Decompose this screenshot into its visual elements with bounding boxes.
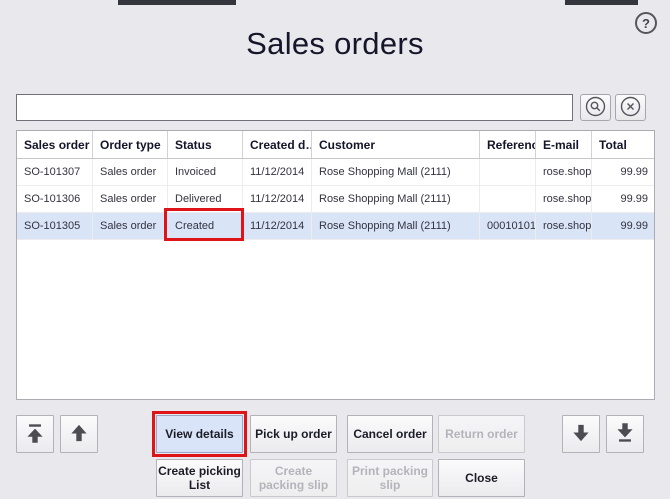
column-header-total[interactable]: Total xyxy=(592,131,654,158)
create-picking-list-button[interactable]: Create picking List xyxy=(156,459,243,497)
cell-created-date: 11/12/2014 xyxy=(243,186,312,212)
cell-order-type: Sales order xyxy=(93,186,168,212)
column-header-reference[interactable]: Reference xyxy=(480,131,536,158)
column-header-sales-order[interactable]: Sales order xyxy=(17,131,93,158)
column-header-status[interactable]: Status xyxy=(168,131,243,158)
print-packing-slip-button[interactable]: Print packing slip xyxy=(347,459,433,497)
cell-status: Invoiced xyxy=(168,159,243,185)
table-row-selected[interactable]: SO-101305 Sales order Created 11/12/2014… xyxy=(17,213,654,240)
cell-customer: Rose Shopping Mall (2111) xyxy=(312,186,480,212)
help-icon: ? xyxy=(642,16,650,31)
column-header-email[interactable]: E-mail xyxy=(536,131,592,158)
arrow-up-to-top-icon xyxy=(22,420,48,449)
cancel-order-button[interactable]: Cancel order xyxy=(347,415,433,453)
cell-order-type: Sales order xyxy=(93,213,168,239)
table-row[interactable]: SO-101306 Sales order Delivered 11/12/20… xyxy=(17,186,654,213)
clear-search-button[interactable] xyxy=(615,94,646,121)
scroll-to-bottom-button[interactable] xyxy=(606,415,644,453)
arrow-down-icon xyxy=(568,420,594,449)
cell-status: Delivered xyxy=(168,186,243,212)
cell-sales-order: SO-101306 xyxy=(17,186,93,212)
close-button[interactable]: Close xyxy=(438,459,525,497)
view-details-button[interactable]: View details xyxy=(156,415,243,453)
x-circle-icon xyxy=(619,95,642,121)
scroll-to-top-button[interactable] xyxy=(16,415,54,453)
column-header-created-date[interactable]: Created d… xyxy=(243,131,312,158)
scroll-up-button[interactable] xyxy=(60,415,98,453)
page-title: Sales orders xyxy=(0,26,670,62)
cell-reference: 0001010130… xyxy=(480,213,536,239)
cell-sales-order: SO-101305 xyxy=(17,213,93,239)
cell-email: rose.shoppi… xyxy=(536,213,592,239)
help-button[interactable]: ? xyxy=(635,12,657,34)
cell-order-type: Sales order xyxy=(93,159,168,185)
cell-customer: Rose Shopping Mall (2111) xyxy=(312,213,480,239)
cell-created-date: 11/12/2014 xyxy=(243,159,312,185)
search-input[interactable] xyxy=(16,94,573,121)
create-packing-slip-button[interactable]: Create packing slip xyxy=(250,459,337,497)
search-icon xyxy=(584,95,607,121)
cell-sales-order: SO-101307 xyxy=(17,159,93,185)
cell-email: rose.shoppi… xyxy=(536,159,592,185)
cell-total: 99.99 xyxy=(592,186,654,212)
top-bar-fragment-right xyxy=(565,0,638,5)
column-header-customer[interactable]: Customer xyxy=(312,131,480,158)
cell-reference xyxy=(480,159,536,185)
cell-total: 99.99 xyxy=(592,159,654,185)
cell-status: Created xyxy=(168,213,243,239)
return-order-button[interactable]: Return order xyxy=(438,415,525,453)
scroll-down-button[interactable] xyxy=(562,415,600,453)
arrow-down-to-bottom-icon xyxy=(612,420,638,449)
cell-email: rose.shoppi… xyxy=(536,186,592,212)
search-button[interactable] xyxy=(580,94,611,121)
top-bar-fragment-left xyxy=(118,0,236,5)
arrow-up-icon xyxy=(66,420,92,449)
table-header-row: Sales order Order type Status Created d…… xyxy=(17,131,654,159)
cell-customer: Rose Shopping Mall (2111) xyxy=(312,159,480,185)
cell-total: 99.99 xyxy=(592,213,654,239)
column-header-order-type[interactable]: Order type xyxy=(93,131,168,158)
table-row[interactable]: SO-101307 Sales order Invoiced 11/12/201… xyxy=(17,159,654,186)
sales-orders-table: Sales order Order type Status Created d…… xyxy=(16,130,655,400)
cell-created-date: 11/12/2014 xyxy=(243,213,312,239)
pick-up-order-button[interactable]: Pick up order xyxy=(250,415,337,453)
cell-reference xyxy=(480,186,536,212)
